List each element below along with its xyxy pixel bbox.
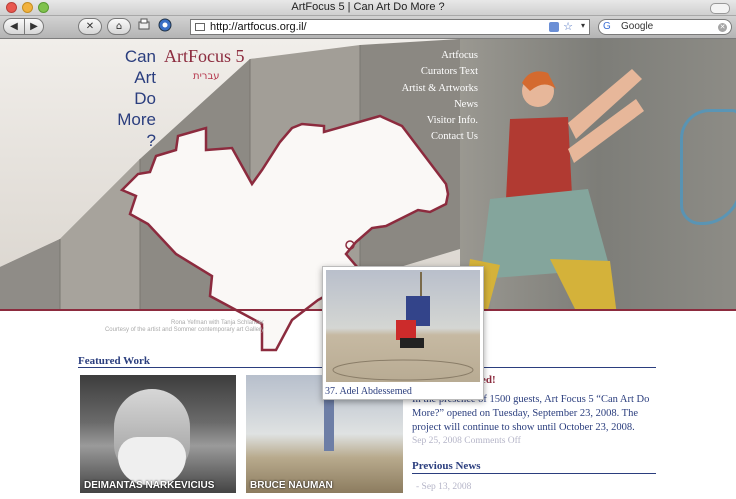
site-question-logo[interactable]: Can Art Do More ? bbox=[112, 46, 156, 151]
handstand-figure bbox=[332, 272, 474, 381]
featured-work-heading: Featured Work bbox=[78, 355, 151, 367]
beard-shape bbox=[118, 437, 186, 485]
artwork-popup[interactable]: 37. Adel Abdessemed bbox=[322, 266, 484, 400]
previous-news-date: - Sep 13, 2008 bbox=[416, 482, 472, 492]
thumbnail-label: BRUCE NAUMAN bbox=[250, 480, 333, 491]
nav-item-visitor-info[interactable]: Visitor Info. bbox=[392, 113, 478, 129]
artwork-caption[interactable]: 37. Adel Abdessemed bbox=[325, 386, 412, 397]
featured-thumbnail[interactable]: DEIMANTAS NARKEVICIUS bbox=[80, 375, 236, 493]
figure-image bbox=[324, 395, 334, 451]
nav-item-news[interactable]: News bbox=[392, 97, 478, 113]
photo-credit: Rona Yefman with Tanja Schlander Courtes… bbox=[104, 320, 264, 333]
news-date: Sep 25, 2008 Comments Off bbox=[412, 436, 521, 446]
thumbnail-label: DEIMANTAS NARKEVICIUS bbox=[84, 480, 215, 491]
nav-item-artist-artworks[interactable]: Artist & Artworks bbox=[392, 81, 478, 97]
nav-item-curators-text[interactable]: Curators Text bbox=[392, 64, 478, 80]
site-logo[interactable]: ArtFocus 5 bbox=[164, 46, 245, 67]
nav-item-contact-us[interactable]: Contact Us bbox=[392, 129, 478, 145]
previous-news-divider bbox=[412, 473, 656, 474]
previous-news-heading: Previous News bbox=[412, 460, 481, 472]
nav-item-artfocus[interactable]: Artfocus bbox=[392, 48, 478, 64]
main-navigation: Artfocus Curators Text Artist & Artworks… bbox=[392, 48, 478, 146]
hebrew-language-link[interactable]: עברית bbox=[193, 71, 220, 82]
artwork-popup-image bbox=[326, 270, 480, 382]
